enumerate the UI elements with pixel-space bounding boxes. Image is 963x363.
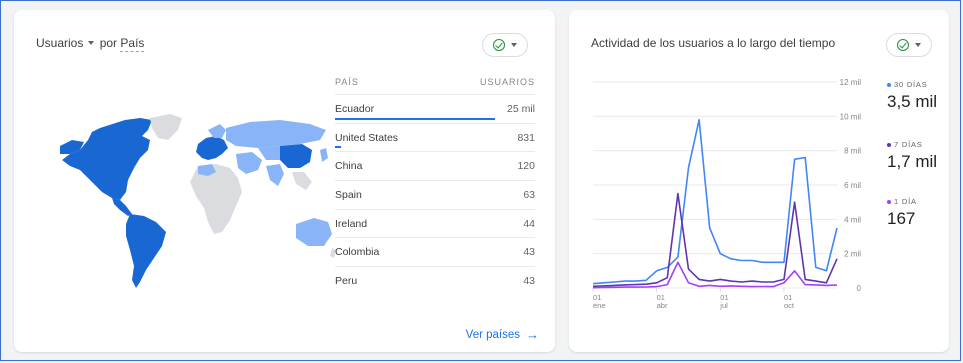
y-tick-label: 8 mil (844, 147, 861, 156)
legend-dot (887, 142, 891, 147)
table-body: Ecuador 25 mil United States 831 China 120 Spa… (335, 94, 535, 295)
check-circle-icon (493, 39, 505, 51)
y-tick-label: 6 mil (844, 181, 861, 190)
country-cell: Ireland (335, 217, 368, 230)
map-russia[interactable] (226, 120, 326, 148)
compare-button[interactable] (482, 33, 528, 57)
legend-dot (887, 199, 891, 204)
map-europe[interactable] (196, 136, 228, 160)
by-label: por (99, 36, 118, 50)
users-cell: 120 (517, 160, 535, 173)
chevron-down-icon (511, 43, 517, 47)
header-users[interactable]: USUARIOS (480, 77, 535, 87)
user-activity-card: Actividad de los usuarios a lo largo del… (569, 10, 949, 352)
legend-30-days: 30 DÍAS 3,5 mil (887, 80, 947, 112)
legend-7-days: 7 DÍAS 1,7 mil (887, 140, 947, 172)
users-cell: 43 (523, 246, 535, 259)
card-title: Usuarios por País (36, 36, 145, 52)
share-bar (335, 146, 341, 149)
map-japan[interactable] (320, 148, 328, 162)
view-countries-link[interactable]: Ver países → (466, 327, 539, 342)
users-cell: 43 (523, 274, 535, 287)
table-header: PAÍS USUARIOS (335, 70, 535, 94)
table-row[interactable]: China 120 (335, 151, 535, 180)
x-tick-label: jul (719, 301, 728, 310)
map-scandinavia[interactable] (208, 124, 226, 138)
map-africa[interactable] (190, 164, 242, 234)
map-north-america[interactable] (62, 118, 152, 200)
x-tick-label: ene (593, 301, 606, 310)
users-by-country-card: Usuarios por País PAÍS USUARIOS Ecuador … (14, 10, 555, 352)
view-countries-label: Ver países (465, 328, 520, 341)
map-middle-east[interactable] (236, 152, 262, 174)
users-cell: 63 (523, 188, 535, 201)
y-tick-label: 0 (857, 284, 862, 293)
table-row[interactable]: Spain 63 (335, 180, 535, 209)
country-table: PAÍS USUARIOS Ecuador 25 mil United States… (335, 70, 535, 295)
y-tick-label: 10 mil (840, 112, 862, 121)
share-bar (335, 117, 495, 120)
metric-selector[interactable]: Usuarios (36, 36, 96, 50)
table-row[interactable]: United States 831 (335, 122, 535, 152)
x-tick-label: oct (784, 301, 795, 310)
table-row[interactable]: Peru 43 (335, 266, 535, 295)
arrow-right-icon: → (526, 327, 539, 342)
x-tick-label: abr (657, 301, 668, 310)
table-row[interactable]: Ecuador 25 mil (335, 94, 535, 123)
map-south-america[interactable] (126, 214, 166, 288)
series-line-0[interactable] (592, 118, 838, 285)
country-cell: China (335, 160, 363, 173)
country-cell: Spain (335, 188, 362, 201)
chevron-down-icon (88, 41, 95, 45)
check-circle-icon (897, 39, 909, 51)
legend-dot (887, 82, 891, 87)
legend-value: 167 (887, 209, 916, 228)
world-map[interactable] (30, 110, 340, 300)
map-china[interactable] (280, 144, 312, 168)
users-cell: 44 (523, 217, 535, 230)
users-cell: 831 (517, 131, 535, 144)
activity-title: Actividad de los usuarios a lo largo del… (591, 36, 836, 50)
legend-1-day: 1 DÍA 167 (887, 197, 947, 229)
map-greenland[interactable] (150, 114, 182, 140)
dimension-selector[interactable]: País (120, 36, 145, 52)
legend-value: 3,5 mil (887, 92, 938, 111)
series-line-2[interactable] (592, 261, 838, 289)
country-cell: Ecuador (335, 102, 375, 115)
map-india[interactable] (266, 164, 284, 186)
map-southeast-asia[interactable] (292, 172, 312, 190)
legend-value: 1,7 mil (887, 152, 938, 171)
map-australia[interactable] (296, 218, 332, 246)
header-country[interactable]: PAÍS (335, 77, 359, 87)
legend-label: 7 DÍAS (894, 140, 923, 149)
country-cell: Peru (335, 274, 358, 287)
country-cell: United States (335, 131, 399, 144)
table-row[interactable]: Colombia 43 (335, 237, 535, 266)
chevron-down-icon (915, 43, 921, 47)
country-cell: Colombia (335, 246, 380, 259)
table-row[interactable]: Ireland 44 (335, 208, 535, 238)
y-tick-label: 4 mil (844, 215, 861, 224)
users-cell: 25 mil (506, 102, 535, 115)
legend-label: 1 DÍA (894, 197, 917, 206)
compare-button[interactable] (886, 33, 932, 57)
map-central-america[interactable] (112, 198, 132, 216)
activity-line-chart[interactable]: 02 mil4 mil6 mil8 mil10 mil12 mil01ene01… (579, 70, 864, 325)
legend-label: 30 DÍAS (894, 80, 928, 89)
metric-label: Usuarios (36, 36, 84, 50)
y-tick-label: 12 mil (840, 78, 862, 87)
y-tick-label: 2 mil (844, 250, 861, 259)
